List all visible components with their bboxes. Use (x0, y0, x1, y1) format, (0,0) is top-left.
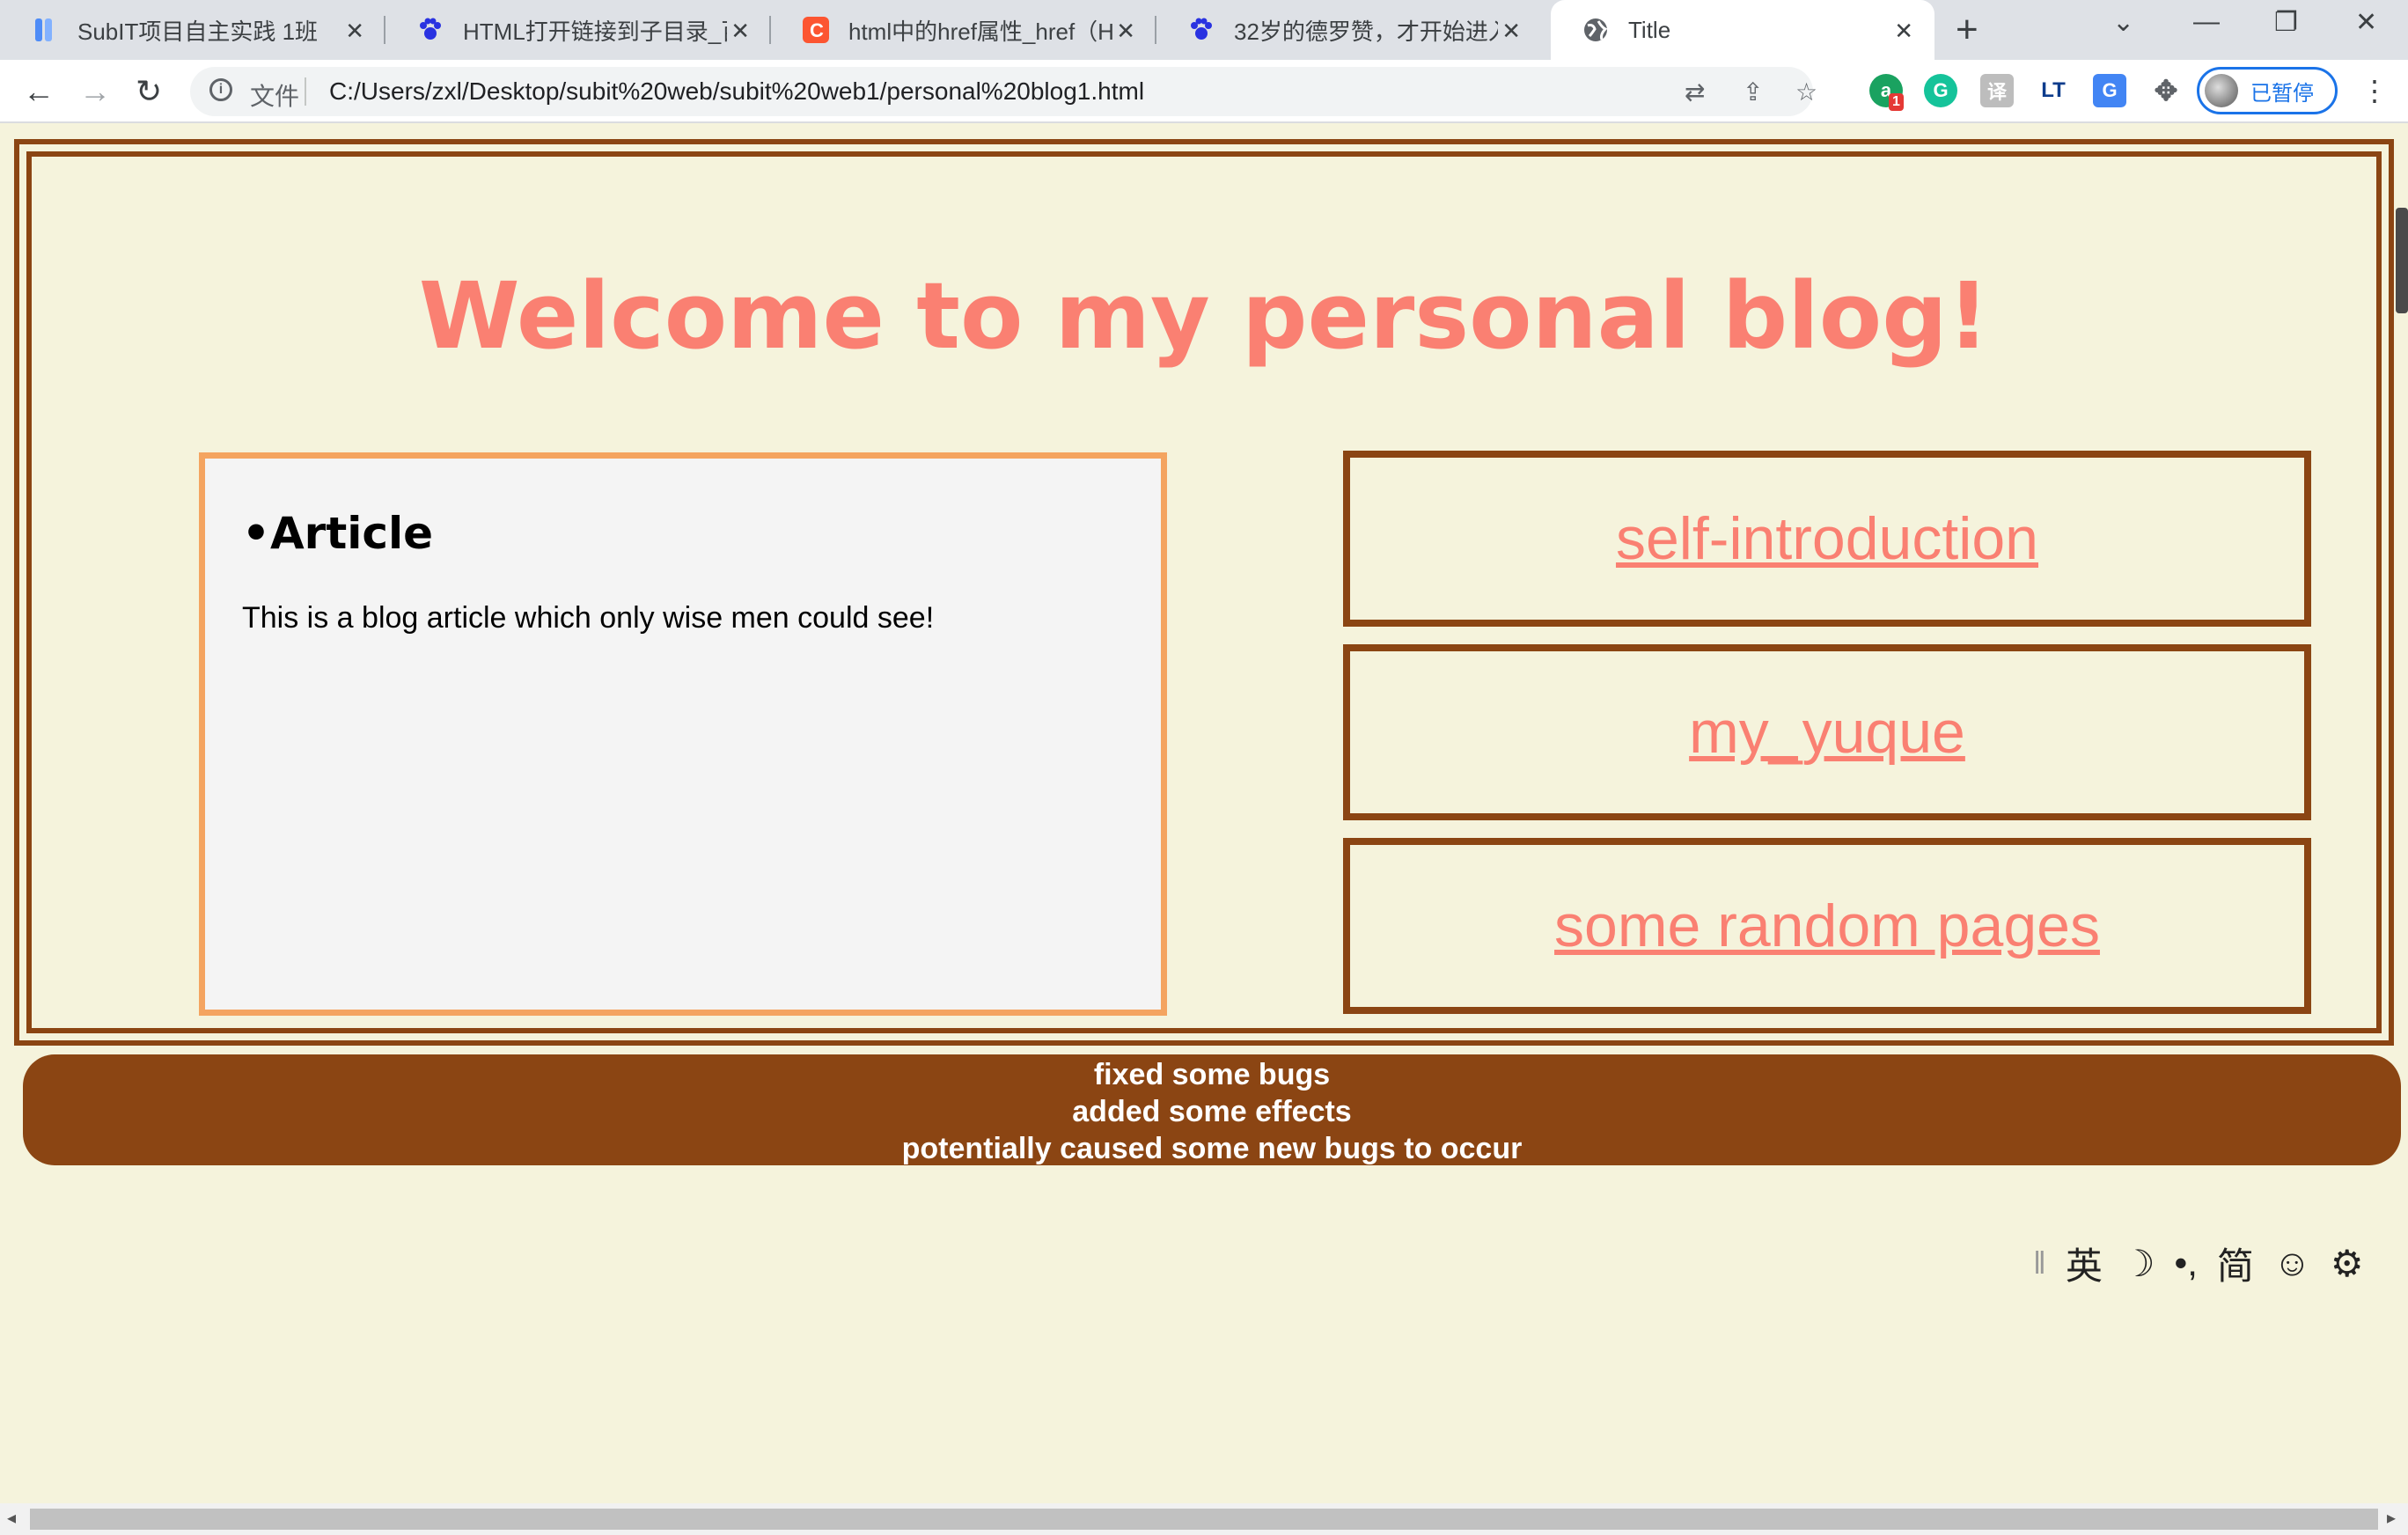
svg-text:C: C (810, 19, 824, 41)
baidu-paw-icon (417, 17, 444, 43)
ime-toolbar: ‖ 英 ☽ •, 简 ☺ ⚙ (2033, 1236, 2408, 1290)
globe-icon (1582, 17, 1609, 43)
emoji-icon[interactable]: ☺ (2273, 1242, 2311, 1284)
close-icon[interactable]: ✕ (1894, 18, 1913, 45)
csdn-icon: C (803, 17, 829, 43)
scrollbar-thumb[interactable] (30, 1509, 2378, 1530)
settings-gear-icon[interactable]: ⚙ (2331, 1242, 2364, 1285)
scheme-label: 文件 (250, 83, 300, 110)
link-box-my-yuque: my_yuque (1343, 644, 2311, 820)
share-icon[interactable]: ⇪ (1743, 77, 1763, 106)
minimize-button[interactable]: — (2193, 7, 2220, 37)
more-menu-icon[interactable]: ⋮ (2360, 74, 2389, 107)
tab-title-active[interactable]: Title ✕ (1551, 0, 1934, 60)
punctuation-icon[interactable]: •, (2175, 1242, 2198, 1284)
tab-baidu-html[interactable]: HTML打开链接到子目录_百度 ✕ (385, 0, 771, 60)
close-icon[interactable]: ✕ (1116, 18, 1135, 45)
reload-icon[interactable]: ↻ (136, 72, 162, 111)
translate-icon[interactable]: ⇄ (1685, 77, 1705, 106)
close-icon[interactable]: ✕ (345, 18, 364, 45)
subit-favicon-icon (32, 17, 58, 43)
new-tab-button[interactable]: + (1956, 7, 1979, 53)
article-box: •Article This is a blog article which on… (199, 452, 1167, 1016)
changelog-line: added some effects (1072, 1095, 1352, 1128)
extension-badge: 1 (1889, 93, 1904, 111)
forward-arrow-icon[interactable]: → (79, 72, 111, 111)
close-icon[interactable]: ✕ (1501, 18, 1521, 45)
drag-handle-icon[interactable]: ‖ (2033, 1245, 2046, 1282)
address-bar[interactable]: i 文件 C:/Users/zxl/Desktop/subit%20web/su… (190, 67, 1817, 116)
extension-gray-icon[interactable]: 译 (1980, 74, 2014, 107)
extensions-puzzle-icon[interactable]: ✥ (2149, 74, 2183, 107)
close-window-button[interactable]: ✕ (2355, 7, 2377, 38)
blog-inner-frame: Welcome to my personal blog! •Article Th… (26, 151, 2382, 1033)
ime-language-toggle[interactable]: 英 (2066, 1237, 2103, 1290)
info-icon[interactable]: i (209, 78, 232, 101)
languagetool-icon[interactable]: LT (2037, 74, 2070, 107)
changelog-line: potentially caused some new bugs to occu… (901, 1132, 1523, 1165)
tab-search-chevron-icon[interactable]: ⌄ (2112, 7, 2134, 38)
bookmark-star-icon[interactable]: ☆ (1795, 77, 1817, 106)
page-title: Welcome to my personal blog! (418, 262, 1990, 370)
avatar (2205, 74, 2238, 107)
restore-button[interactable]: ❐ (2274, 7, 2298, 38)
changelog-footer: fixed some bugs added some effects poten… (23, 1054, 2401, 1165)
scroll-left-arrow-icon[interactable]: ◂ (7, 1507, 16, 1529)
url-text[interactable]: C:/Users/zxl/Desktop/subit%20web/subit%2… (329, 77, 1144, 106)
extension-a-icon[interactable]: a 1 (1869, 74, 1904, 111)
tab-csdn-href[interactable]: C html中的href属性_href（HTML ✕ (771, 0, 1156, 60)
tab-baidu-derozan[interactable]: 32岁的德罗赞，才开始进入生 ✕ (1156, 0, 1542, 60)
tab-subit[interactable]: SubIT项目自主实践 1班 ✕ (0, 0, 385, 60)
moon-icon[interactable]: ☽ (2122, 1242, 2155, 1285)
close-icon[interactable]: ✕ (730, 18, 750, 45)
ime-script-toggle[interactable]: 简 (2217, 1237, 2254, 1290)
profile-button[interactable]: 已暂停 (2197, 67, 2338, 114)
grammarly-icon[interactable]: G (1924, 74, 1957, 107)
blog-outer-frame: Welcome to my personal blog! •Article Th… (14, 139, 2394, 1046)
google-translate-icon[interactable]: G (2093, 74, 2126, 107)
link-my-yuque[interactable]: my_yuque (1689, 698, 1965, 767)
link-box-self-introduction: self-introduction (1343, 451, 2311, 627)
link-self-introduction[interactable]: self-introduction (1616, 504, 2038, 573)
browser-toolbar: ← → ↻ i 文件 C:/Users/zxl/Desktop/subit%20… (0, 60, 2408, 123)
horizontal-scrollbar[interactable]: ◂ ▸ (0, 1503, 2408, 1535)
scroll-right-arrow-icon[interactable]: ▸ (2387, 1507, 2396, 1529)
back-arrow-icon[interactable]: ← (23, 72, 55, 111)
article-heading: •Article (242, 508, 434, 559)
tab-strip: SubIT项目自主实践 1班 ✕ HTML打开链接到子目录_百度 ✕ C htm… (0, 0, 2408, 60)
link-box-random-pages: some random pages (1343, 838, 2311, 1014)
baidu-paw-icon (1188, 17, 1215, 43)
link-random-pages[interactable]: some random pages (1554, 892, 2100, 960)
vertical-scroll-indicator[interactable] (2396, 208, 2408, 313)
changelog-line: fixed some bugs (1093, 1058, 1331, 1091)
article-text: This is a blog article which only wise m… (242, 601, 935, 635)
